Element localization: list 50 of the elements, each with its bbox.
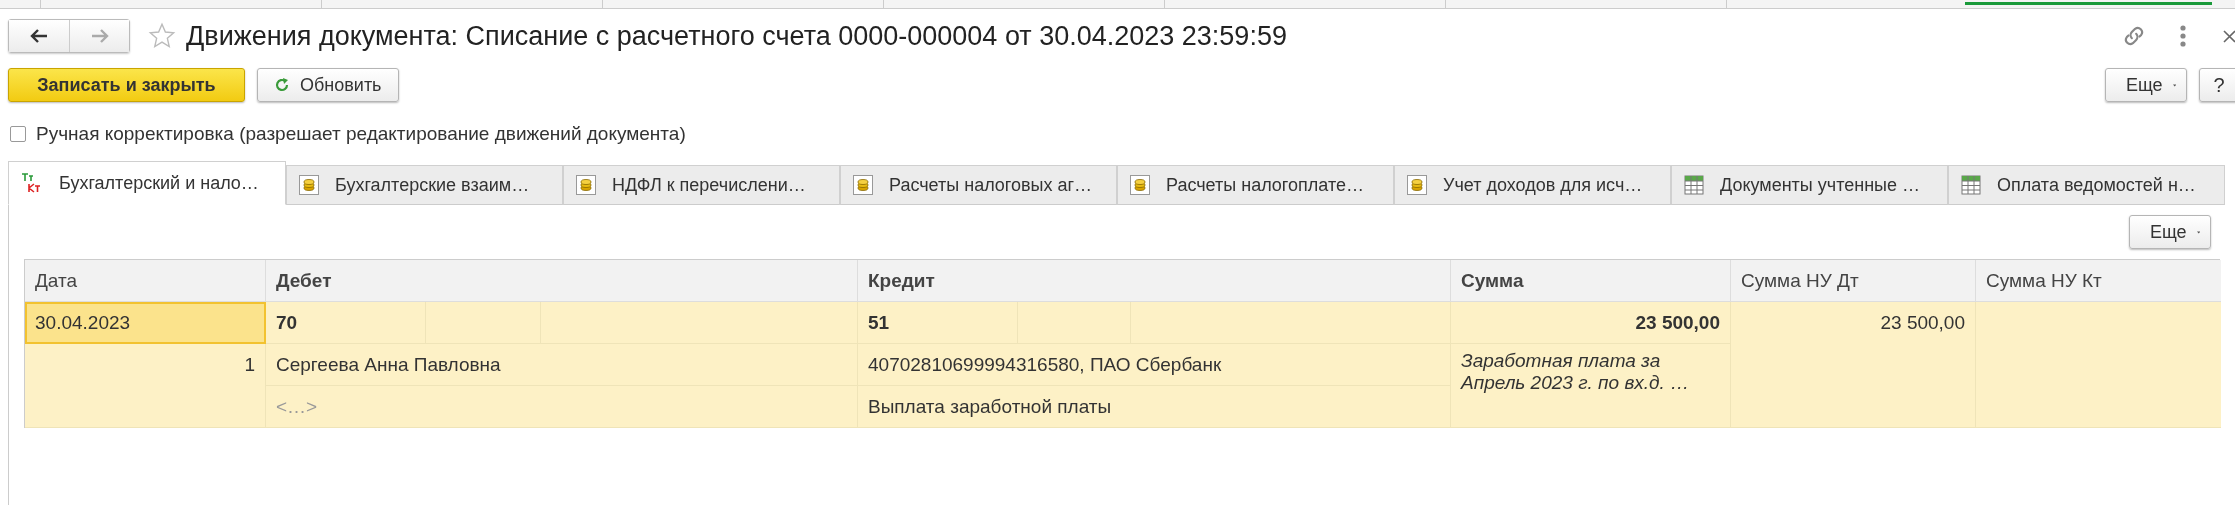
refresh-button[interactable]: Обновить [257,68,399,102]
back-button[interactable] [9,20,69,52]
caret-icon [2196,229,2200,235]
coins-icon [299,175,319,195]
more-options-icon[interactable] [2179,25,2187,47]
more-button[interactable]: Еще [2129,215,2211,249]
table-icon [1684,175,1704,195]
column-header[interactable]: Сумма НУ Дт [1731,260,1976,302]
column-header[interactable]: Дата [25,260,266,302]
tab[interactable]: НДФЛ к перечислени… [563,165,840,205]
table-cell: 40702810699994316580, ПАО Сбербанк [858,344,1451,386]
table-icon [1961,175,1981,195]
forward-arrow-icon [90,29,109,43]
table-cell: <…> [266,386,858,428]
column-header[interactable]: Кредит [858,260,1451,302]
tab[interactable]: Бухгалтерские взаим… [286,165,563,205]
date-cell[interactable]: 30.04.2023 [25,302,266,344]
coins-icon [576,175,596,195]
table-cell: Заработная плата за Апрель 2023 г. по вх.д. … [1451,344,1731,428]
refresh-icon [274,77,290,93]
back-arrow-icon [30,29,48,43]
checkbox[interactable] [10,126,26,142]
window-title: Движения документа: Списание с расчетного счета 0000-000004 от 30.04.2023 23:59:59 [186,20,1287,52]
star-icon[interactable] [148,22,176,50]
table-cell: 70 [266,302,426,344]
column-header[interactable]: Сумма НУ Кт [1976,260,2221,302]
tab[interactable]: Расчеты налоговых аг… [840,165,1117,205]
caret-icon [2172,82,2176,88]
table-cell: 51 [858,302,1018,344]
tab[interactable]: Документы учтенные … [1671,165,1948,205]
tab[interactable]: Оплата ведомостей н… [1948,165,2225,205]
tab[interactable]: Бухгалтерский и нало… [8,161,286,205]
tab[interactable]: Учет доходов для исч… [1394,165,1671,205]
save-and-close-button[interactable]: Записать и закрыть [8,68,245,102]
table-cell: 23 500,00 [1451,302,1731,344]
coins-icon [1130,175,1150,195]
coins-icon [853,175,873,195]
tab[interactable]: Расчеты налогоплате… [1117,165,1394,205]
table-cell: Сергеева Анна Павловна [266,344,858,386]
table-cell: 23 500,00 [1731,302,1976,428]
column-header[interactable]: Дебет [266,260,858,302]
line-number: 1 [25,344,266,428]
coins-icon [1407,175,1427,195]
table-cell: Выплата заработной платы [858,386,1451,428]
close-icon[interactable] [2223,29,2235,43]
help-button[interactable]: ? [2199,68,2235,102]
more-button[interactable]: Еще [2105,68,2187,102]
debit-credit-icon [21,172,43,194]
column-header[interactable]: Сумма [1451,260,1731,302]
checkbox-label: Ручная корректировка (разрешает редактирование движений документа) [36,123,686,145]
